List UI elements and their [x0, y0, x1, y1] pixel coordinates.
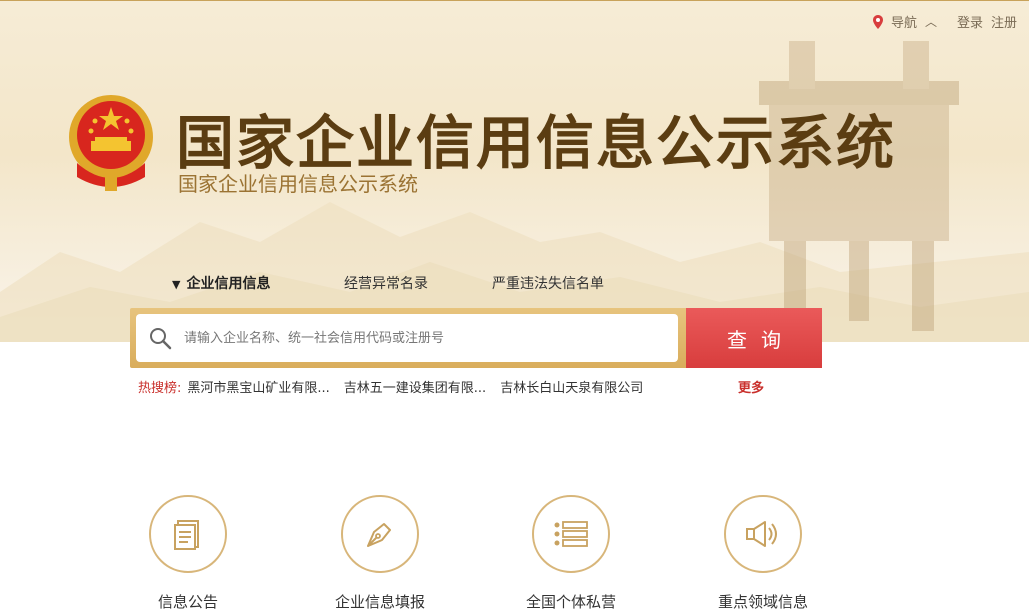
feature-circle	[724, 495, 802, 573]
national-emblem-icon	[69, 95, 153, 191]
triangle-down-icon: ▼	[172, 278, 181, 291]
tab-abnormal-operations[interactable]: 经营异常名录	[344, 273, 492, 293]
feature-label: 重点领域信息	[717, 593, 808, 611]
top-bar: 导航 ︿ 登录 注册	[872, 12, 1017, 31]
search-input[interactable]	[184, 318, 664, 358]
search-field-container	[136, 314, 678, 362]
feature-key-sectors[interactable]: 重点领域信息	[683, 495, 843, 612]
hot-search-more-link[interactable]: 更多	[738, 377, 764, 396]
tab-enterprise-credit[interactable]: ▼ 企业信用信息	[172, 273, 344, 293]
location-pin-icon	[872, 14, 883, 29]
tab-label: 企业信用信息	[186, 276, 271, 292]
feature-private-business[interactable]: 全国个体私营	[491, 495, 651, 612]
search-category-tabs: ▼ 企业信用信息 经营异常名录 严重违法失信名单	[172, 273, 604, 293]
monument-silhouette	[759, 41, 959, 331]
list-icon	[554, 521, 588, 547]
feature-label: 信息公告	[157, 593, 218, 611]
hot-search-item[interactable]: 黑河市黑宝山矿业有限...	[187, 377, 329, 396]
pen-nib-icon	[367, 523, 391, 547]
register-link[interactable]: 注册	[991, 12, 1017, 31]
nav-menu-link[interactable]: 导航	[891, 12, 917, 31]
document-icon	[174, 520, 199, 550]
hot-search-item[interactable]: 吉林长白山天泉有限公司	[500, 377, 643, 396]
search-icon	[150, 328, 172, 350]
feature-circle	[149, 495, 227, 573]
speaker-icon	[746, 521, 777, 547]
feature-label: 全国个体私营	[525, 593, 616, 611]
hot-search-label: 热搜榜:	[138, 381, 182, 396]
feature-enterprise-report[interactable]: 企业信息填报	[300, 495, 460, 612]
feature-circle	[341, 495, 419, 573]
login-link[interactable]: 登录	[957, 12, 983, 31]
feature-circle	[532, 495, 610, 573]
hot-search-item[interactable]: 吉林五一建设集团有限...	[344, 377, 486, 396]
search-bar: 查询	[130, 308, 822, 368]
feature-grid: 信息公告 企业信息填报 全国个体私营 重点领域信息	[0, 495, 1029, 614]
feature-label: 企业信息填报	[334, 593, 425, 611]
feature-info-announcement[interactable]: 信息公告	[108, 495, 268, 612]
chevron-up-icon[interactable]: ︿	[925, 13, 937, 30]
hot-search-list: 热搜榜: 黑河市黑宝山矿业有限... 吉林五一建设集团有限... 吉林长白山天泉…	[138, 377, 657, 396]
search-button[interactable]: 查询	[686, 308, 822, 368]
page-subtitle: 国家企业信用信息公示系统	[178, 172, 418, 196]
tab-serious-violations[interactable]: 严重违法失信名单	[492, 273, 604, 293]
